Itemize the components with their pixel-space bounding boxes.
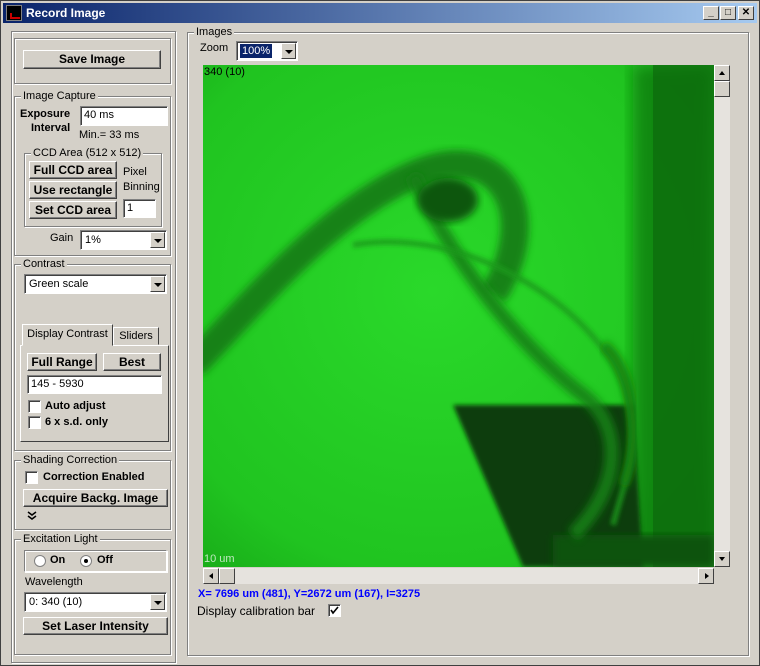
horizontal-scroll-thumb[interactable] bbox=[219, 568, 235, 584]
image-viewport[interactable]: 340 (10) 10 um bbox=[203, 65, 714, 567]
exposure-interval-field[interactable]: 40 ms bbox=[80, 106, 168, 126]
cursor-readout: X= 7696 um (481), Y=2672 um (167), I=327… bbox=[198, 588, 421, 600]
chevron-down-icon[interactable] bbox=[150, 276, 165, 292]
contrast-range-field[interactable]: 145 - 5930 bbox=[27, 375, 162, 394]
shading-correction-legend: Shading Correction bbox=[21, 454, 120, 466]
tab-display-contrast[interactable]: Display Contrast bbox=[22, 324, 113, 346]
calibration-bar-checkbox[interactable] bbox=[328, 604, 341, 617]
full-ccd-area-button[interactable]: Full CCD area bbox=[29, 161, 117, 179]
binning-field[interactable]: 1 bbox=[123, 199, 156, 218]
palette-select-value: Green scale bbox=[29, 278, 89, 290]
ccd-area-group: CCD Area (512 x 512) Full CCD area Use r… bbox=[24, 147, 162, 227]
scroll-down-icon[interactable] bbox=[714, 551, 730, 567]
excitation-on-label: On bbox=[50, 554, 66, 566]
scale-bar-label: 10 um bbox=[204, 553, 235, 565]
min-interval-text: Min.= 33 ms bbox=[79, 129, 140, 141]
window-title: Record Image bbox=[26, 6, 106, 20]
excitation-on-radio[interactable] bbox=[34, 555, 46, 567]
calibration-bar-label: Display calibration bar bbox=[197, 604, 316, 618]
images-legend: Images bbox=[194, 26, 235, 38]
wavelength-overlay-label: 340 (10) bbox=[204, 66, 245, 78]
gain-select-value: 1% bbox=[85, 234, 101, 246]
ccd-area-legend: CCD Area (512 x 512) bbox=[31, 147, 144, 159]
shading-correction-group: Shading Correction Correction Enabled Ac… bbox=[14, 454, 171, 530]
save-image-button[interactable]: Save Image bbox=[23, 50, 161, 69]
vertical-scroll-thumb[interactable] bbox=[714, 81, 730, 97]
title-bar[interactable]: Record Image _ □ ✕ bbox=[3, 3, 757, 23]
left-panel: Save Image Image Capture Exposure Interv… bbox=[11, 31, 176, 663]
wavelength-select[interactable]: 0: 340 (10) bbox=[24, 592, 167, 612]
gain-select[interactable]: 1% bbox=[80, 230, 167, 250]
auto-adjust-checkbox[interactable] bbox=[28, 400, 41, 413]
excitation-light-legend: Excitation Light bbox=[21, 533, 100, 545]
chevron-down-icon[interactable] bbox=[150, 594, 165, 610]
on-off-group: On Off bbox=[24, 550, 167, 572]
display-contrast-panel: Full Range Best 145 - 5930 Auto adjust 6… bbox=[20, 345, 169, 442]
gain-label: Gain bbox=[50, 232, 74, 244]
binning-label: Binning bbox=[123, 181, 160, 193]
app-icon bbox=[6, 5, 22, 21]
interval-label: Interval bbox=[31, 122, 71, 134]
sd-only-label: 6 x s.d. only bbox=[45, 416, 108, 428]
scroll-right-icon[interactable] bbox=[698, 568, 714, 584]
image-capture-legend: Image Capture bbox=[21, 90, 98, 102]
excitation-light-group: Excitation Light On Off Wavelength 0: 34… bbox=[14, 533, 171, 655]
scroll-left-icon[interactable] bbox=[203, 568, 219, 584]
double-chevron-down-icon[interactable] bbox=[27, 511, 38, 521]
excitation-off-label: Off bbox=[97, 554, 113, 566]
horizontal-scrollbar[interactable] bbox=[203, 568, 714, 584]
use-rectangle-button[interactable]: Use rectangle bbox=[29, 181, 117, 199]
wavelength-select-value: 0: 340 (10) bbox=[29, 596, 83, 608]
tab-sliders[interactable]: Sliders bbox=[113, 327, 159, 345]
zoom-select-value: 100% bbox=[240, 44, 273, 58]
set-laser-intensity-button[interactable]: Set Laser Intensity bbox=[23, 617, 168, 635]
close-button[interactable]: ✕ bbox=[738, 6, 754, 20]
scroll-up-icon[interactable] bbox=[714, 65, 730, 81]
record-image-window: Record Image _ □ ✕ Save Image Image Capt… bbox=[0, 0, 760, 666]
save-group: Save Image bbox=[14, 38, 171, 84]
maximize-button[interactable]: □ bbox=[720, 6, 736, 20]
sd-only-checkbox[interactable] bbox=[28, 416, 41, 429]
contrast-legend: Contrast bbox=[21, 258, 67, 270]
set-ccd-area-button[interactable]: Set CCD area bbox=[29, 201, 117, 219]
correction-enabled-label: Correction Enabled bbox=[43, 471, 145, 483]
image-capture-group: Image Capture Exposure Interval 40 ms Mi… bbox=[14, 90, 171, 256]
acquire-background-button[interactable]: Acquire Backg. Image bbox=[23, 489, 168, 507]
zoom-label: Zoom bbox=[200, 42, 229, 54]
full-range-button[interactable]: Full Range bbox=[27, 353, 97, 371]
vertical-scrollbar[interactable] bbox=[714, 65, 730, 567]
contrast-group: Contrast Green scale Display Contrast Sl… bbox=[14, 258, 171, 451]
best-button[interactable]: Best bbox=[103, 353, 161, 371]
wavelength-label: Wavelength bbox=[25, 576, 83, 588]
auto-adjust-label: Auto adjust bbox=[45, 400, 106, 412]
pixel-label: Pixel bbox=[123, 166, 147, 178]
checkmark-icon bbox=[330, 606, 339, 615]
zoom-select[interactable]: 100% bbox=[236, 41, 298, 61]
images-group: Images Zoom 100% 340 (10) 10 um X= 7696 … bbox=[187, 26, 749, 656]
excitation-off-radio[interactable] bbox=[80, 555, 92, 567]
chevron-down-icon[interactable] bbox=[150, 232, 165, 248]
exposure-label: Exposure bbox=[20, 108, 71, 120]
correction-enabled-checkbox[interactable] bbox=[25, 471, 38, 484]
palette-select[interactable]: Green scale bbox=[24, 274, 167, 294]
fluorescence-image bbox=[203, 65, 714, 567]
chevron-down-icon[interactable] bbox=[281, 43, 296, 59]
minimize-button[interactable]: _ bbox=[703, 6, 719, 20]
